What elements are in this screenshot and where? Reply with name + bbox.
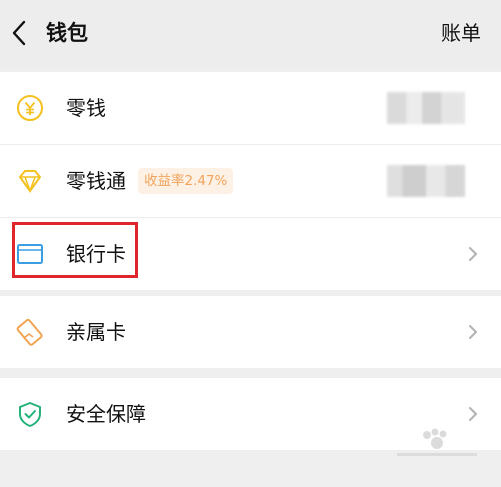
change-label: 零钱	[66, 96, 106, 120]
family-card-icon	[16, 318, 43, 346]
chevron-right-icon	[469, 325, 477, 339]
back-arrow-icon[interactable]	[8, 18, 32, 48]
masked-amount	[387, 165, 465, 197]
bill-button[interactable]: 账单	[441, 17, 481, 49]
balance-plus-label: 零钱通	[66, 169, 126, 193]
watermark-logo	[397, 428, 477, 456]
chevron-right-icon	[469, 247, 477, 261]
masked-amount	[387, 92, 465, 124]
family-card-label: 亲属卡	[66, 320, 126, 344]
wallet-group-2: 亲属卡	[0, 296, 501, 368]
chevron-right-icon	[469, 407, 477, 421]
security-label: 安全保障	[66, 402, 146, 426]
change-row[interactable]: 零钱	[0, 72, 501, 145]
diamond-icon	[19, 170, 41, 194]
shield-icon	[19, 402, 41, 427]
highlight-box	[12, 222, 138, 278]
page-title: 钱包	[46, 21, 88, 45]
balance-plus-row[interactable]: 零钱通 收益率2.47%	[0, 145, 501, 218]
yield-badge: 收益率2.47%	[138, 168, 234, 194]
top-bar: 钱包 账单	[0, 0, 501, 68]
family-card-row[interactable]: 亲属卡	[0, 296, 501, 368]
yen-coin-icon	[17, 95, 43, 121]
